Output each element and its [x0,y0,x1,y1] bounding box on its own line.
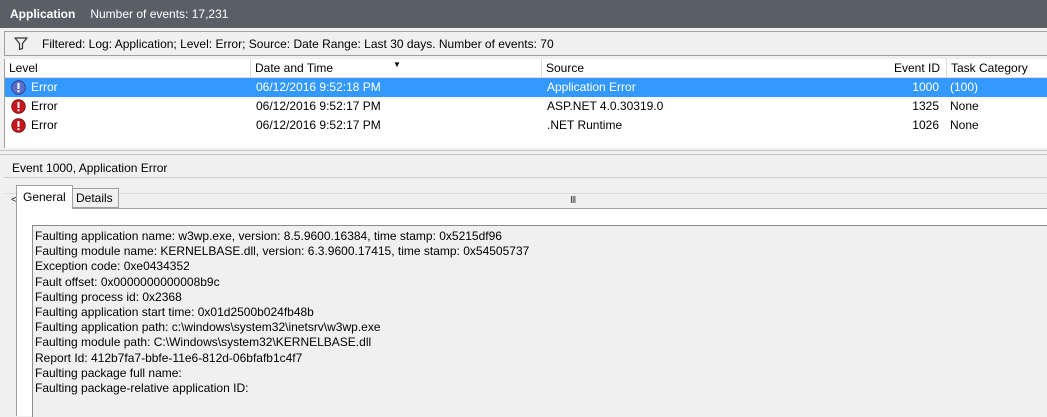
filter-text: Filtered: Log: Application; Level: Error… [42,36,554,51]
error-icon [11,99,26,114]
description-line: Exception code: 0xe0434352 [35,259,190,274]
funnel-icon [14,37,28,50]
event-detail-title: Event 1000, Application Error [12,161,168,175]
cell-level: Error [31,80,58,94]
column-header-event-id[interactable]: Event ID [802,59,946,78]
cell-event-id: 1325 [912,99,939,113]
tab-general[interactable]: General [16,185,73,209]
description-line: Faulting package full name: [35,365,182,380]
cell-date: 06/12/2016 9:52:17 PM [256,118,381,132]
column-header-level[interactable]: Level [5,59,251,78]
description-line: Faulting application name: w3wp.exe, ver… [35,229,502,243]
tab-details[interactable]: Details [70,188,119,208]
description-line: Faulting module name: KERNELBASE.dll, ve… [35,244,530,259]
cell-event-id: 1000 [912,80,939,94]
events-grid: Level Date and Time ▼ Source Event ID Ta… [4,59,1047,207]
cell-source: ASP.NET 4.0.30319.0 [547,99,664,113]
table-row[interactable]: Error 06/12/2016 9:52:17 PM ASP.NET 4.0.30… [5,97,1047,116]
cell-source: Application Error [547,80,636,94]
column-header-task-category[interactable]: Task Category [946,59,1047,78]
description-line: Faulting module path: C:\Windows\system3… [35,335,372,350]
cell-event-id: 1026 [912,118,939,132]
cell-source: .NET Runtime [547,118,623,132]
sort-descending-icon: ▼ [393,60,401,69]
log-header: Application Number of events: 17,231 [0,0,1047,28]
pane-splitter[interactable] [0,150,1047,155]
event-count: Number of events: 17,231 [90,7,229,21]
table-row[interactable]: Error 06/12/2016 9:52:17 PM .NET Runtime 10… [5,116,1047,135]
error-icon [11,118,26,133]
description-line: Faulting application start time: 0x01d25… [35,304,314,319]
description-line: Fault offset: 0x0000000000008b9c [35,274,220,289]
cell-level: Error [31,118,58,132]
cell-task-category: (100) [950,80,979,94]
error-icon [11,80,26,95]
log-title: Application [10,7,76,21]
table-row[interactable]: Error 06/12/2016 9:52:18 PM Application Er… [5,78,1047,97]
cell-task-category: None [950,118,979,132]
description-line: Faulting application path: c:\windows\sy… [35,320,381,335]
cell-date: 06/12/2016 9:52:17 PM [256,99,381,113]
divider [4,177,1047,178]
event-description-box[interactable]: Faulting application name: w3wp.exe, ver… [32,225,1047,417]
cell-date: 06/12/2016 9:52:18 PM [256,80,381,94]
cell-level: Error [31,99,58,113]
filter-bar: Filtered: Log: Application; Level: Error… [4,31,1047,56]
column-header-date[interactable]: Date and Time ▼ [251,59,542,78]
cell-task-category: None [950,99,979,113]
column-header-date-label: Date and Time [255,61,334,75]
scrollbar-thumb[interactable]: III [570,194,576,207]
description-line: Report Id: 412b7fa7-bbfe-11e6-812d-06bfa… [35,350,303,365]
horizontal-scrollbar[interactable]: < III [5,193,1047,207]
description-line: Faulting package-relative application ID… [35,380,249,395]
description-line: Faulting process id: 0x2368 [35,289,182,304]
general-tab-panel: Faulting application name: w3wp.exe, ver… [16,208,1047,417]
